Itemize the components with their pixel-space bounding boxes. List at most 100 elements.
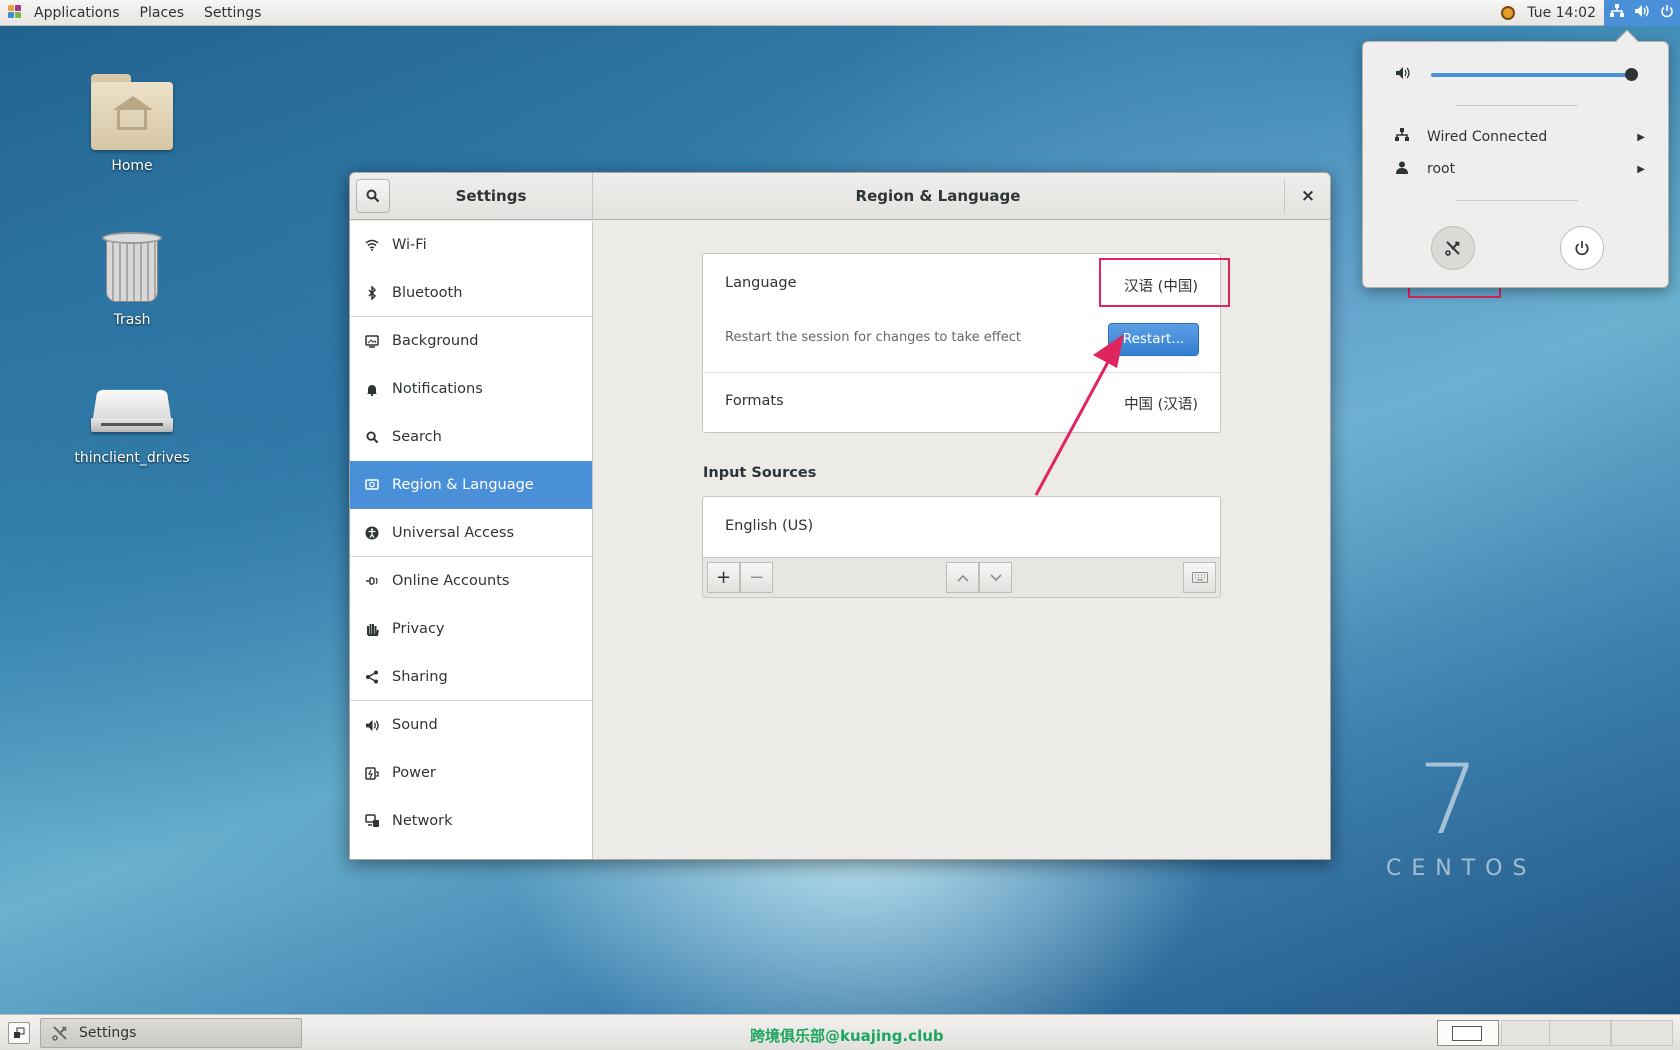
sidebar-item-region-language[interactable]: Region & Language: [350, 461, 592, 509]
volume-icon: [1634, 4, 1650, 22]
system-menu[interactable]: [1604, 0, 1680, 26]
chevron-down-icon: [989, 573, 1002, 581]
wired-connected-label: Wired Connected: [1427, 129, 1548, 145]
sidebar-item-label: Background: [392, 333, 479, 349]
volume-icon: [1395, 66, 1411, 84]
restart-button[interactable]: Restart...: [1108, 323, 1199, 356]
sidebar-item-background[interactable]: Background: [350, 317, 592, 365]
sidebar-item-label: Search: [392, 429, 442, 445]
add-input-source-button[interactable]: +: [707, 562, 740, 593]
settings-icon: [1445, 241, 1460, 256]
settings-menu[interactable]: Settings: [194, 0, 271, 26]
sidebar-item-label: Sharing: [392, 668, 448, 685]
task-label: Settings: [79, 1025, 137, 1041]
applications-menu[interactable]: Applications: [24, 0, 130, 26]
input-sources-title: Input Sources: [703, 465, 817, 481]
network-icon: [1395, 128, 1409, 146]
remove-input-source-button[interactable]: −: [740, 562, 773, 593]
sidebar-item-label: Wi-Fi: [392, 237, 427, 253]
bell-icon: [364, 381, 380, 397]
settings-sidebar: Wi-Fi Bluetooth Background Notifications…: [350, 221, 593, 859]
show-desktop-button[interactable]: [8, 1022, 30, 1044]
settings-button[interactable]: [1431, 226, 1475, 270]
power-icon: [1660, 4, 1674, 22]
sidebar-item-bluetooth[interactable]: Bluetooth: [350, 269, 592, 317]
sidebar-item-label: Sound: [392, 717, 438, 733]
formats-label: Formats: [725, 393, 784, 409]
workspace-4[interactable]: [1611, 1020, 1673, 1046]
centos-version-logo: 7: [1418, 744, 1480, 856]
chevron-up-icon: [956, 574, 969, 582]
show-desktop-icon: [14, 1027, 25, 1038]
sidebar-item-label: Universal Access: [392, 524, 515, 541]
annotation-language-box: [1099, 258, 1230, 307]
workspace-3[interactable]: [1549, 1020, 1611, 1046]
window-header: Settings Region & Language ×: [350, 173, 1330, 220]
sidebar-item-notifications[interactable]: Notifications: [350, 365, 592, 413]
language-label: Language: [725, 275, 797, 291]
user-label: root: [1427, 161, 1456, 177]
settings-tool-icon: [49, 1023, 71, 1043]
sidebar-item-search[interactable]: Search: [350, 413, 592, 461]
power-icon: [1575, 241, 1589, 256]
sidebar-item-network[interactable]: Network: [350, 797, 592, 845]
user-item[interactable]: root ▶: [1395, 157, 1645, 181]
background-icon: [364, 333, 380, 349]
online-accounts-icon: [364, 573, 380, 589]
wifi-icon: [364, 237, 380, 253]
sidebar-item-sharing[interactable]: Sharing: [350, 653, 592, 701]
network-icon: [364, 813, 380, 829]
formats-row[interactable]: Formats 中国 (汉语): [703, 373, 1220, 433]
move-up-button[interactable]: [946, 562, 979, 593]
share-icon: [364, 669, 380, 685]
header-divider: [1284, 179, 1285, 214]
status-emoji-icon[interactable]: [1501, 6, 1516, 20]
sidebar-item-label: Bluetooth: [392, 284, 463, 301]
search-icon: [366, 189, 380, 203]
chevron-right-icon: ▶: [1637, 163, 1645, 175]
volume-track[interactable]: [1431, 73, 1631, 77]
search-button[interactable]: [356, 179, 390, 213]
popover-divider: [1456, 105, 1578, 106]
keyboard-icon: [1191, 572, 1208, 583]
hand-icon: [364, 621, 380, 637]
power-off-button[interactable]: [1560, 226, 1604, 270]
sidebar-item-label: Notifications: [392, 381, 483, 397]
accessibility-icon: [364, 525, 380, 541]
sidebar-item-sound[interactable]: Sound: [350, 701, 592, 749]
move-down-button[interactable]: [979, 562, 1012, 593]
desktop-home[interactable]: Home: [67, 74, 197, 174]
taskbar-settings-window[interactable]: Settings: [40, 1018, 302, 1048]
places-menu[interactable]: Places: [130, 0, 195, 26]
wired-connected-item[interactable]: Wired Connected ▶: [1395, 125, 1645, 149]
sidebar-item-label: Network: [392, 813, 453, 829]
trash-icon: [102, 228, 162, 304]
volume-slider[interactable]: [1395, 60, 1655, 88]
sidebar-item-universal-access[interactable]: Universal Access: [350, 509, 592, 557]
app-menu: Applications Places Settings: [0, 0, 271, 26]
desktop-icon-label: Trash: [113, 312, 151, 328]
panel-title: Region & Language: [855, 187, 1021, 205]
sidebar-item-label: Region & Language: [392, 477, 534, 493]
sidebar-item-wifi[interactable]: Wi-Fi: [350, 221, 592, 269]
desktop-thinclient-drives[interactable]: thinclient_drives: [67, 378, 197, 466]
user-icon: [1395, 161, 1409, 178]
clock[interactable]: Tue 14:02: [1527, 5, 1596, 21]
centos-wordmark: CENTOS: [1386, 856, 1537, 881]
sidebar-item-power[interactable]: Power: [350, 749, 592, 797]
close-button[interactable]: ×: [1296, 184, 1320, 208]
input-sources-list: English (US) + −: [702, 496, 1221, 598]
drive-icon: [91, 388, 173, 438]
workspace-1[interactable]: [1437, 1020, 1499, 1046]
input-source-item[interactable]: English (US): [725, 518, 813, 534]
sidebar-item-privacy[interactable]: Privacy: [350, 605, 592, 653]
desktop-icon-label: thinclient_drives: [74, 450, 190, 466]
desktop-trash[interactable]: Trash: [67, 228, 197, 328]
sidebar-item-online-accounts[interactable]: Online Accounts: [350, 557, 592, 605]
keyboard-layout-button[interactable]: [1183, 562, 1216, 593]
sidebar-title: Settings: [455, 187, 527, 205]
battery-icon: [364, 765, 380, 781]
volume-knob[interactable]: [1625, 68, 1638, 81]
applications-logo-icon: [8, 4, 24, 21]
top-bar: Applications Places Settings Tue 14:02: [0, 0, 1680, 26]
